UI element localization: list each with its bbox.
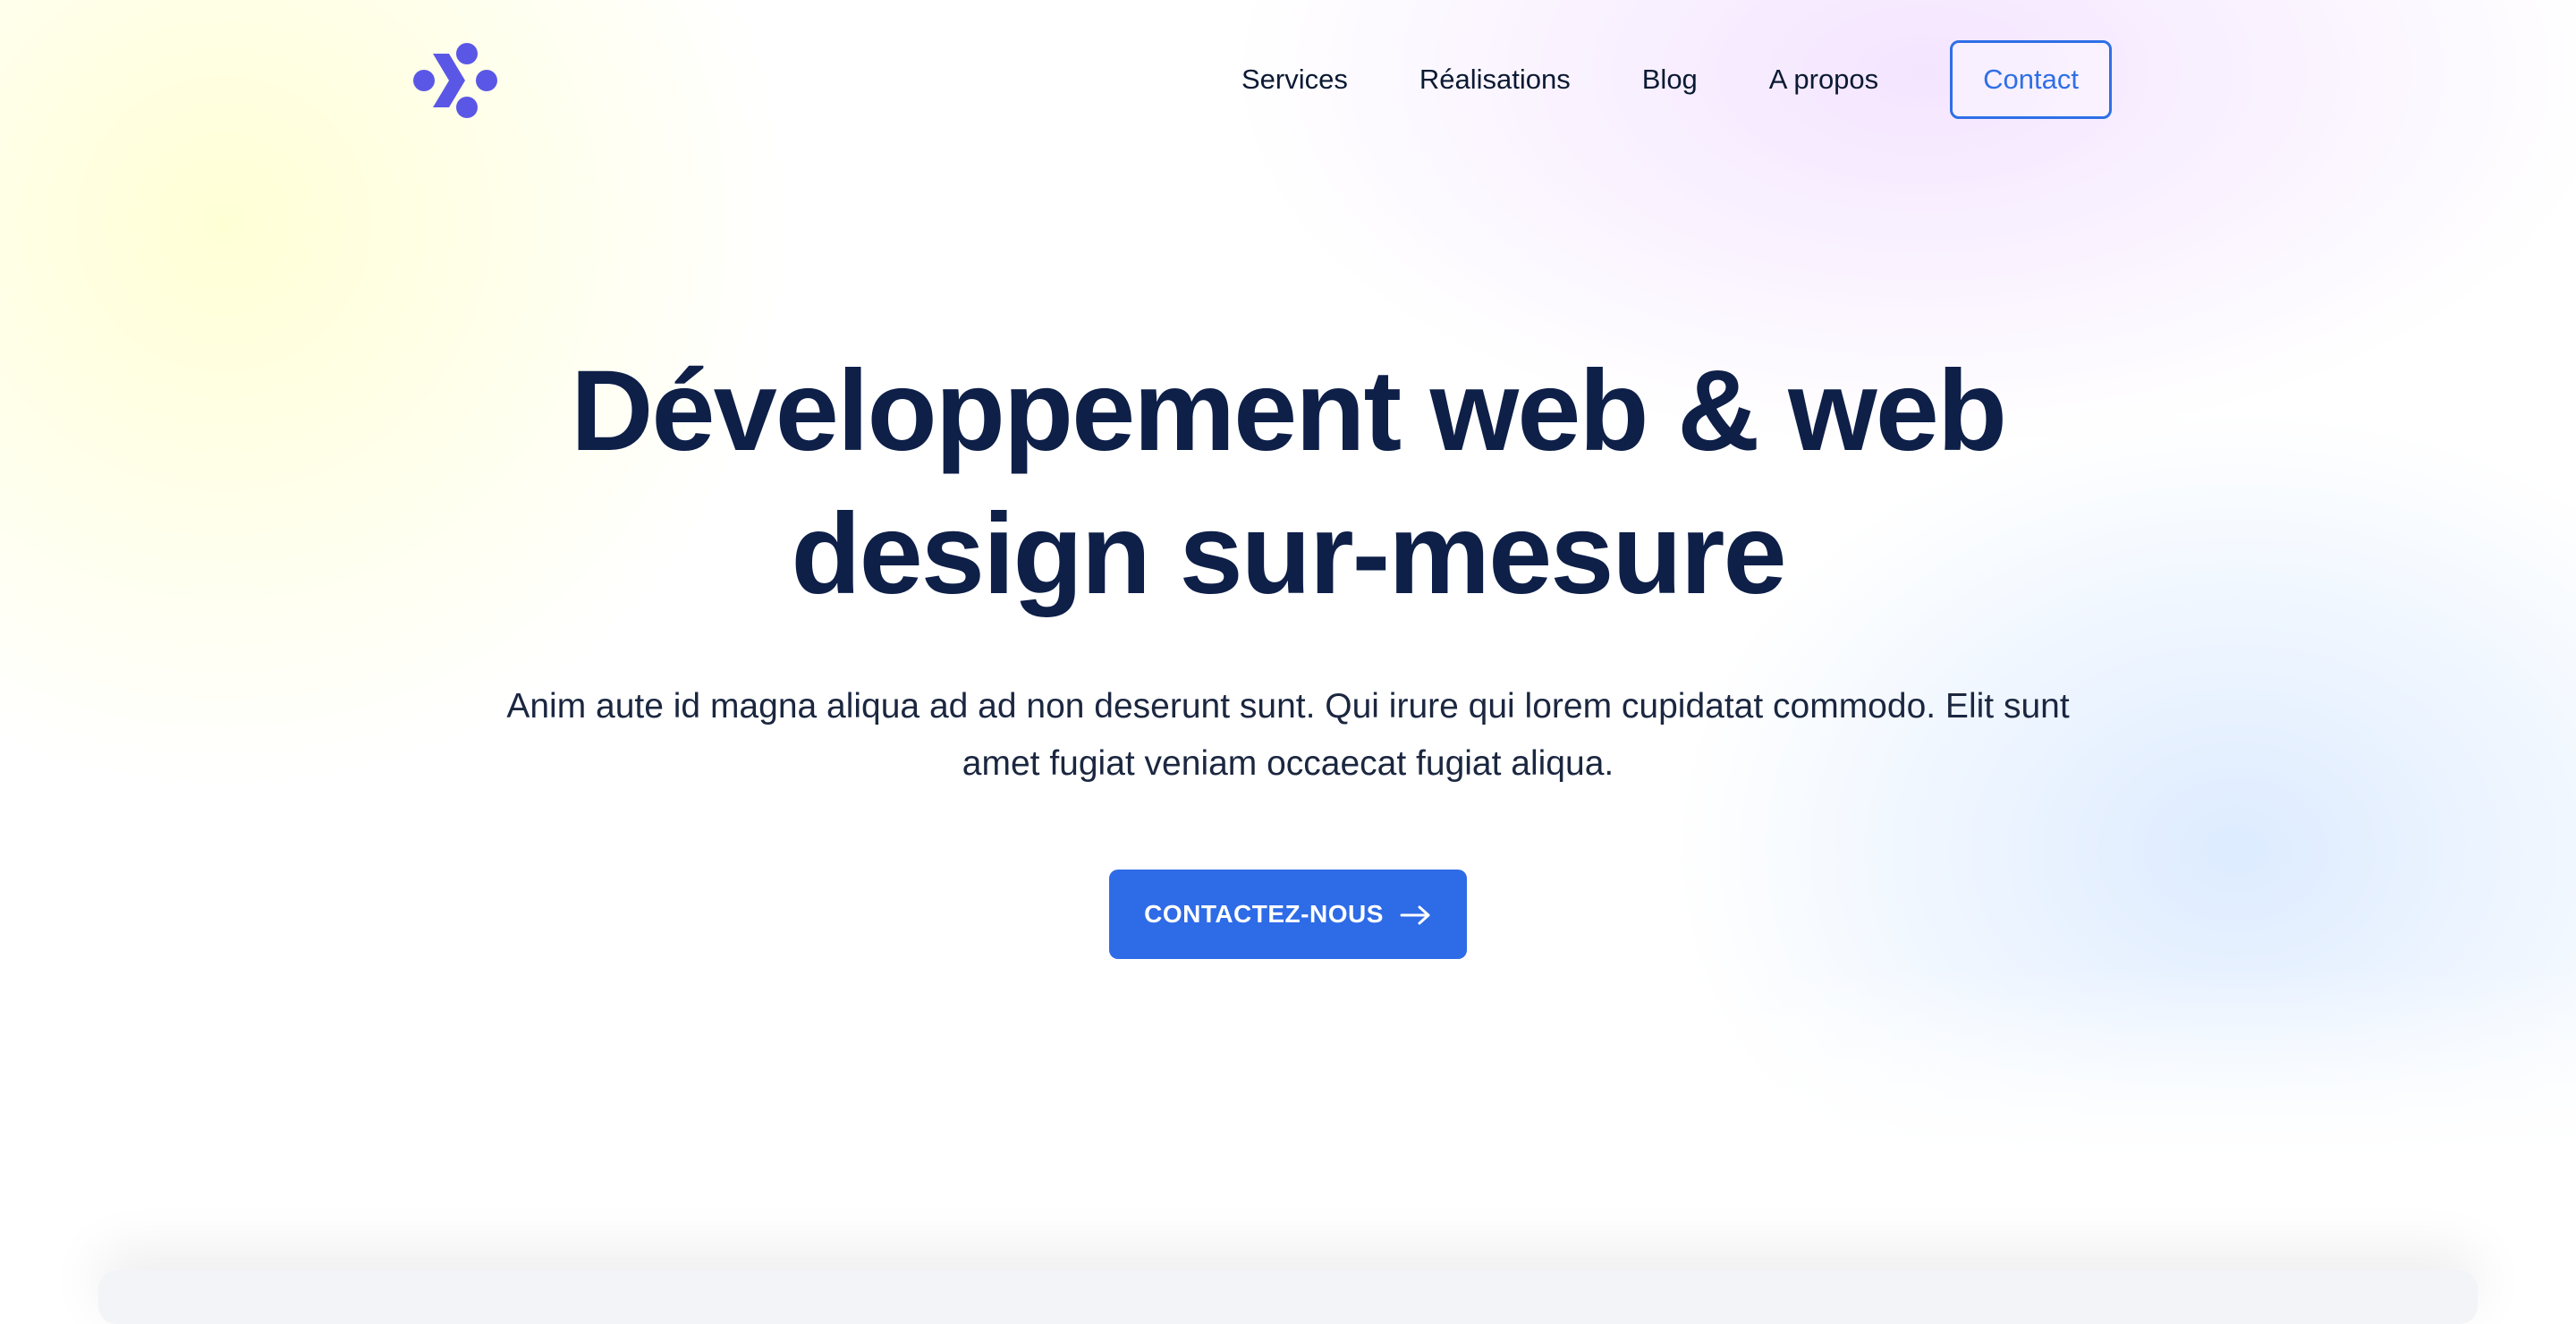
main-nav: Services Réalisations Blog A propos Cont… xyxy=(1241,39,2113,120)
nav-link-blog[interactable]: Blog xyxy=(1642,64,1698,96)
hero-subtitle: Anim aute id magna aliqua ad ad non dese… xyxy=(506,687,2070,783)
content-card-edge xyxy=(98,1270,2478,1324)
brand-logo-icon[interactable] xyxy=(413,43,497,118)
contact-button[interactable]: Contact xyxy=(1950,40,2113,119)
arrow-right-icon xyxy=(1400,904,1432,925)
contact-us-button-label: CONTACTEZ-NOUS xyxy=(1144,900,1384,928)
nav-link-realisations[interactable]: Réalisations xyxy=(1419,64,1571,96)
contact-us-button[interactable]: CONTACTEZ-NOUS xyxy=(1109,870,1467,959)
hero-section: Développement web & web design sur-mesur… xyxy=(0,340,2576,959)
background-fade xyxy=(0,966,2576,1281)
nav-link-a-propos[interactable]: A propos xyxy=(1769,64,1878,96)
hero-title: Développement web & web design sur-mesur… xyxy=(570,347,2007,618)
nav-link-services[interactable]: Services xyxy=(1241,64,1348,96)
site-header: Services Réalisations Blog A propos Cont… xyxy=(0,0,2576,161)
